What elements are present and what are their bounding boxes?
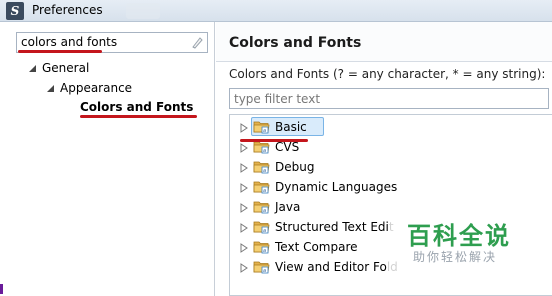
svg-text:a: a: [263, 248, 266, 254]
collapsed-triangle-icon[interactable]: [240, 222, 248, 233]
svg-text:a: a: [263, 208, 266, 214]
theme-folder-icon: a: [253, 159, 270, 174]
collapsed-triangle-icon[interactable]: [240, 122, 248, 133]
tree-node-label: Appearance: [60, 81, 133, 95]
blurred-title-area: [126, 3, 160, 19]
category-label: View and Editor Fold: [275, 260, 398, 274]
watermark-subtitle: 助你轻松解决: [413, 250, 498, 264]
svg-text:a: a: [263, 268, 266, 274]
collapsed-triangle-icon[interactable]: [240, 202, 248, 213]
tree-node-label: General: [42, 61, 90, 75]
page-title: Colors and Fonts: [229, 35, 362, 51]
category-label: CVS: [275, 140, 300, 154]
svg-text:a: a: [263, 168, 266, 174]
edge-mark: [0, 284, 3, 294]
filter-instructions: Colors and Fonts (? = any character, * =…: [229, 67, 546, 81]
category-label: Structured Text Edit: [275, 220, 394, 234]
window-title: Preferences: [32, 3, 103, 17]
theme-folder-icon: a: [253, 219, 270, 234]
collapsed-triangle-icon[interactable]: [240, 162, 248, 173]
category-label: Basic: [275, 120, 307, 134]
eclipse-app-icon: S: [6, 2, 24, 20]
category-label: Text Compare: [275, 240, 358, 254]
tree-annotation-underline: [80, 115, 197, 118]
page-header: Colors and Fonts: [216, 22, 552, 62]
tree-node-label: Colors and Fonts: [80, 100, 194, 114]
category-row[interactable]: a Basic: [230, 117, 552, 137]
tree-node-general[interactable]: General: [24, 59, 144, 78]
collapsed-triangle-icon[interactable]: [240, 262, 248, 273]
svg-text:a: a: [263, 128, 266, 134]
theme-folder-icon: a: [253, 119, 270, 134]
theme-folder-icon: a: [253, 259, 270, 274]
category-label: Java: [275, 200, 301, 214]
category-label: Dynamic Languages: [275, 180, 398, 194]
collapsed-triangle-icon[interactable]: [240, 142, 248, 153]
basic-annotation-underline: [240, 139, 308, 142]
theme-folder-icon: a: [253, 179, 270, 194]
theme-folder-icon: a: [253, 239, 270, 254]
watermark: 百科全说 助你轻松解决: [388, 212, 536, 272]
expanded-triangle-icon[interactable]: [46, 84, 55, 93]
expanded-triangle-icon[interactable]: [28, 64, 37, 73]
title-bar: S Preferences: [0, 0, 552, 22]
preferences-tree-pane: colors and fonts General Appearance Colo…: [0, 22, 215, 296]
tree-node-appearance[interactable]: Appearance: [42, 79, 162, 98]
svg-text:a: a: [263, 148, 266, 154]
category-row[interactable]: a Dynamic Languages: [230, 177, 552, 197]
watermark-title: 百科全说: [407, 222, 511, 250]
category-row[interactable]: a Debug: [230, 157, 552, 177]
type-filter-input[interactable]: [230, 89, 548, 108]
svg-text:a: a: [263, 188, 266, 194]
filter-annotation-underline: [18, 50, 102, 53]
type-filter-field[interactable]: [229, 88, 549, 109]
theme-folder-icon: a: [253, 199, 270, 214]
svg-text:a: a: [263, 228, 266, 234]
category-label: Debug: [275, 160, 315, 174]
collapsed-triangle-icon[interactable]: [240, 182, 248, 193]
clear-filter-icon[interactable]: [191, 36, 203, 49]
filter-input-value: colors and fonts: [21, 35, 118, 49]
collapsed-triangle-icon[interactable]: [240, 242, 248, 253]
